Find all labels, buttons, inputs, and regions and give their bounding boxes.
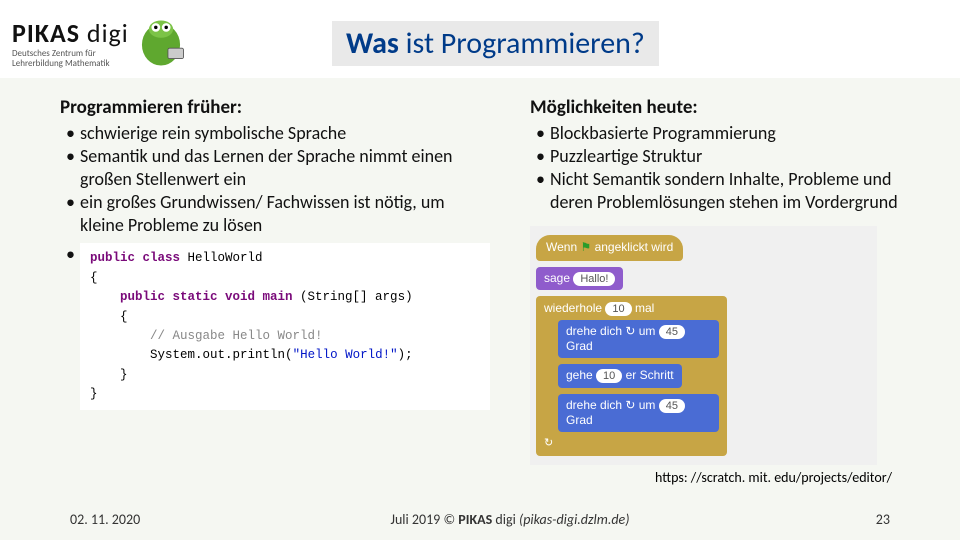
logo-title: PIKAS digi xyxy=(12,17,129,49)
java-code: public class HelloWorld { public static … xyxy=(80,243,490,410)
scratch-motion-block: gehe 10 er Schritt xyxy=(558,364,682,387)
mascot-icon xyxy=(135,17,187,69)
column-left: Programmieren früher: schwierige rein sy… xyxy=(60,96,490,487)
content: Programmieren früher: schwierige rein sy… xyxy=(0,78,960,487)
flag-icon: ⚑ xyxy=(580,240,591,254)
list-item: Nicht Semantik sondern Inhalte, Probleme… xyxy=(536,168,900,214)
scratch-motion-block: drehe dich ↻ um 45 Grad xyxy=(558,320,719,359)
list-item: Semantik und das Lernen der Sprache nimm… xyxy=(66,145,490,191)
footer-copyright: Juli 2019 © PIKAS digi (pikas-digi.dzlm.… xyxy=(170,511,850,528)
left-heading: Programmieren früher: xyxy=(60,96,490,120)
list-item: ein großes Grundwissen/ Fachwissen ist n… xyxy=(66,191,490,237)
list-item: Blockbasierte Programmierung xyxy=(536,122,900,145)
header: PIKAS digi Deutsches Zentrum fürLehrerbi… xyxy=(0,0,960,78)
loop-arrow-icon: ↻ xyxy=(544,437,553,449)
scratch-blocks: Wenn ⚑ angeklickt wird sage Hallo! wiede… xyxy=(530,226,877,464)
list-item: public class HelloWorld { public static … xyxy=(66,243,490,410)
source-link: https: //scratch. mit. edu/projects/edit… xyxy=(530,469,900,487)
column-right: Möglichkeiten heute: Blockbasierte Progr… xyxy=(530,96,900,487)
right-heading: Möglichkeiten heute: xyxy=(530,96,900,120)
footer-date: 02. 11. 2020 xyxy=(70,511,170,528)
scratch-hat-block: Wenn ⚑ angeklickt wird xyxy=(536,235,683,260)
scratch-loop-block: wiederhole 10 mal drehe dich ↻ um 45 Gra… xyxy=(536,296,727,456)
logo: PIKAS digi Deutsches Zentrum fürLehrerbi… xyxy=(12,17,302,69)
logo-subtitle: Deutsches Zentrum fürLehrerbildung Mathe… xyxy=(12,49,129,69)
list-item: schwierige rein symbolische Sprache xyxy=(66,122,490,145)
footer: 02. 11. 2020 Juli 2019 © PIKAS digi (pik… xyxy=(0,511,960,528)
slide-title: Was ist Programmieren? xyxy=(332,21,659,66)
list-item: Puzzleartige Struktur xyxy=(536,145,900,168)
scratch-motion-block: drehe dich ↻ um 45 Grad xyxy=(558,394,719,433)
scratch-say-block: sage Hallo! xyxy=(536,267,623,290)
footer-page: 23 xyxy=(850,511,890,528)
